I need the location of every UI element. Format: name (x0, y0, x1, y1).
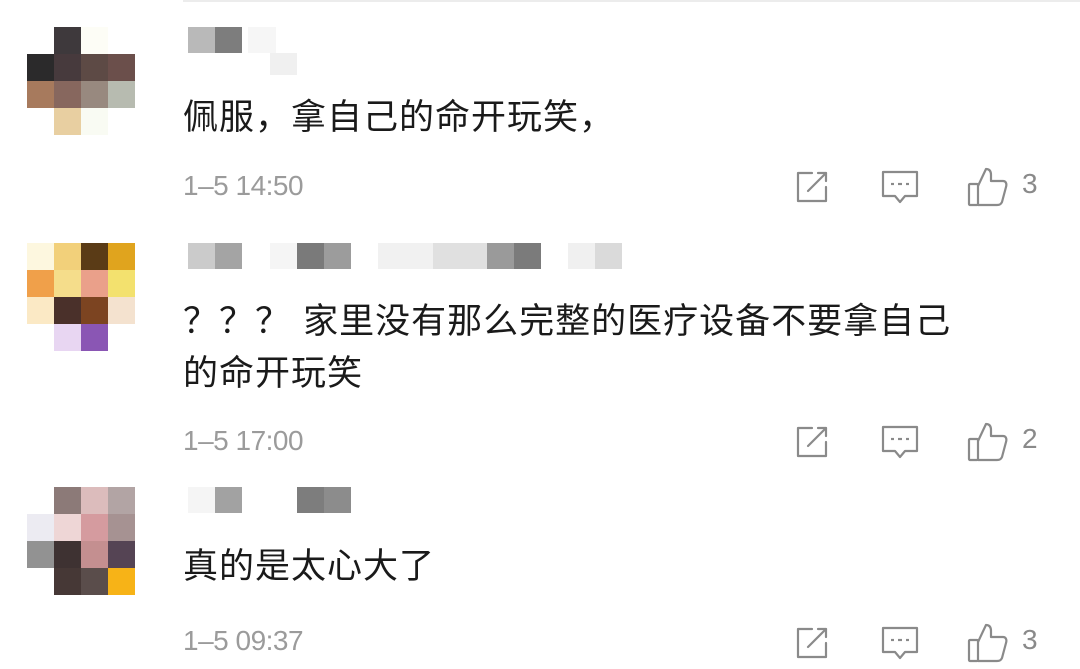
comment-text: 佩服，拿自己的命开玩笑， (183, 98, 616, 138)
share-icon (796, 171, 828, 203)
like-button[interactable]: 2 (966, 420, 1056, 464)
share-button[interactable] (792, 623, 832, 663)
comment-time: 1–5 09:37 (183, 625, 304, 656)
comment-text: ？？？ 家里没有那么完整的医疗设备不要拿自己 的命开玩笑 (183, 302, 952, 394)
reply-button[interactable] (880, 623, 920, 663)
share-button[interactable] (792, 167, 832, 207)
comment-text: 真的是太心大了 (183, 547, 436, 587)
like-count: 3 (1022, 624, 1038, 655)
avatar[interactable] (27, 27, 135, 135)
like-count: 3 (1022, 168, 1038, 199)
comment-time: 1–5 17:00 (183, 425, 304, 456)
share-icon (796, 426, 828, 458)
comment-icon (881, 626, 919, 660)
like-button[interactable]: 3 (966, 621, 1056, 665)
thumbs-up-icon (967, 167, 1008, 207)
username-blurred[interactable] (188, 27, 708, 75)
reply-button[interactable] (880, 422, 920, 462)
thumbs-up-icon (967, 623, 1008, 663)
comment-icon (881, 425, 919, 459)
comment-time: 1–5 14:50 (183, 170, 304, 201)
reply-button[interactable] (880, 167, 920, 207)
username-blurred[interactable] (188, 243, 708, 291)
like-button[interactable]: 3 (966, 165, 1056, 209)
comment-icon (881, 170, 919, 204)
share-icon (796, 627, 828, 659)
avatar[interactable] (27, 243, 135, 351)
share-button[interactable] (792, 422, 832, 462)
divider (183, 0, 1080, 2)
thumbs-up-icon (967, 422, 1008, 462)
like-count: 2 (1022, 423, 1038, 454)
avatar[interactable] (27, 487, 135, 595)
username-blurred[interactable] (188, 487, 708, 535)
